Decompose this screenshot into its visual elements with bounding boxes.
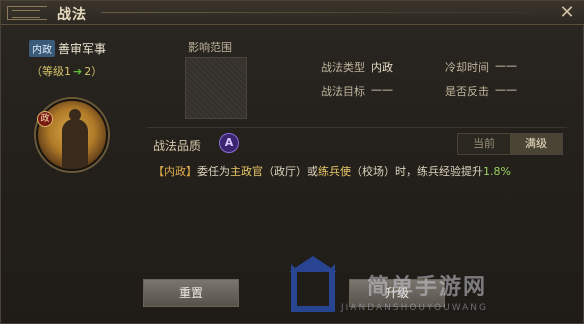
info-cooldown-label: 冷却时间 bbox=[445, 61, 489, 74]
info-counter-value: —— bbox=[495, 83, 517, 96]
level-suffix: ） bbox=[91, 65, 103, 78]
close-icon[interactable]: ✕ bbox=[557, 3, 577, 23]
info-type: 战法类型 内政 bbox=[321, 59, 393, 75]
desc-role-1: 主政官 bbox=[230, 165, 263, 178]
section-divider bbox=[147, 127, 567, 128]
title-ornament bbox=[7, 6, 47, 20]
tab-current[interactable]: 当前 bbox=[458, 134, 510, 154]
info-target-label: 战法目标 bbox=[321, 85, 365, 98]
skill-type-tag: 内政 bbox=[29, 39, 55, 57]
range-label: 影响范围 bbox=[188, 41, 232, 54]
info-counter: 是否反击 —— bbox=[445, 83, 517, 99]
window-title: 战法 bbox=[57, 7, 87, 23]
desc-tag: 【内政】 bbox=[153, 165, 197, 178]
info-counter-label: 是否反击 bbox=[445, 85, 489, 98]
watermark-text: 简单手游网 bbox=[367, 275, 488, 300]
title-rule bbox=[101, 12, 531, 13]
quality-label: 战法品质 bbox=[153, 139, 202, 153]
level-row: （等级 1 ➔ 2 ） bbox=[31, 63, 102, 79]
tab-max-level[interactable]: 满级 bbox=[510, 134, 562, 154]
info-target-value: —— bbox=[371, 83, 393, 96]
info-target: 战法目标 —— bbox=[321, 83, 393, 99]
skill-name: 善审军事 bbox=[58, 41, 107, 56]
skill-portrait bbox=[36, 99, 108, 171]
info-cooldown-value: —— bbox=[495, 59, 517, 72]
watermark-subtext: JIANDANSHOUYOUWANG bbox=[341, 303, 488, 313]
level-toggle: 当前 满级 bbox=[457, 133, 563, 155]
skill-panel: 战法 ✕ 内政 善审军事 （等级 1 ➔ 2 ） 政 影响范围 战法类型 内政 … bbox=[0, 0, 584, 324]
desc-text-1: 委任为 bbox=[197, 165, 230, 178]
info-type-label: 战法类型 bbox=[321, 61, 365, 74]
info-cooldown: 冷却时间 —— bbox=[445, 59, 517, 75]
info-type-value: 内政 bbox=[371, 61, 393, 74]
desc-text-2: （政厅）或 bbox=[263, 165, 318, 178]
reset-button[interactable]: 重置 bbox=[143, 279, 239, 307]
desc-value: 1.8% bbox=[483, 165, 511, 178]
level-prefix: （等级 bbox=[31, 65, 64, 78]
desc-text-3: （校场）时，练兵经验提升 bbox=[351, 165, 483, 178]
skill-description: 【内政】委任为主政官（政厅）或练兵使（校场）时，练兵经验提升1.8% bbox=[153, 163, 511, 179]
title-bar: 战法 ✕ bbox=[1, 1, 584, 25]
quality-grade-badge: A bbox=[219, 133, 239, 153]
portrait-figure bbox=[62, 109, 88, 169]
portrait-badge: 政 bbox=[37, 111, 53, 127]
level-from: 1 bbox=[64, 64, 71, 78]
desc-role-2: 练兵使 bbox=[318, 165, 351, 178]
level-to: 2 bbox=[84, 64, 92, 78]
range-grid bbox=[185, 57, 247, 119]
level-arrow-icon: ➔ bbox=[73, 64, 83, 78]
skill-name-row: 内政 善审军事 bbox=[29, 39, 106, 57]
watermark-house-icon bbox=[289, 256, 337, 312]
